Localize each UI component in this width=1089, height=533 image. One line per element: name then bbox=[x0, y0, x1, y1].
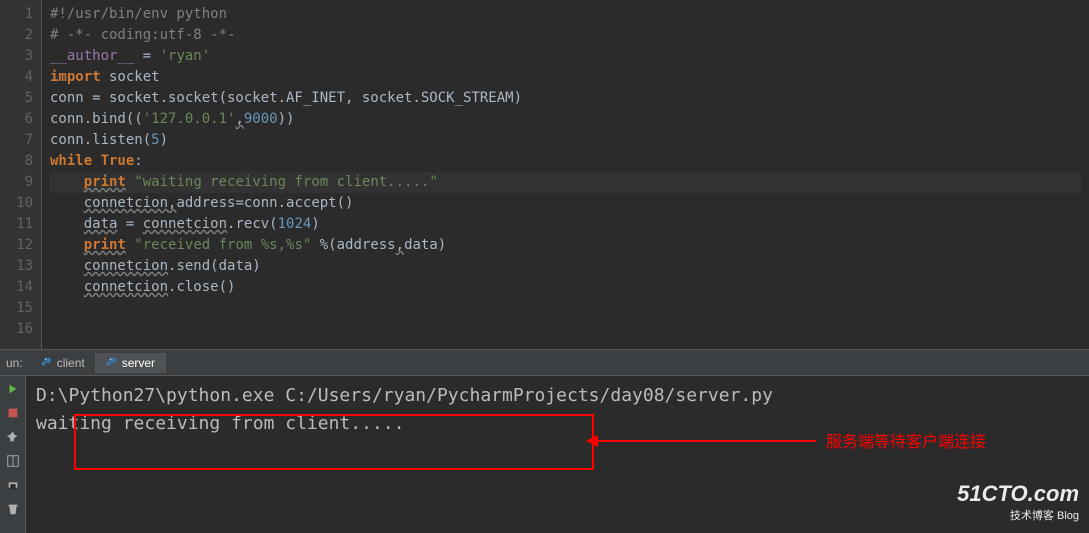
code-line[interactable]: conn.bind(('127.0.0.1',9000)) bbox=[50, 109, 1081, 130]
python-icon bbox=[106, 357, 118, 369]
watermark-sub: 技术博客 Blog bbox=[957, 507, 1079, 523]
code-line[interactable]: __author__ = 'ryan' bbox=[50, 46, 1081, 67]
console-body: D:\Python27\python.exe C:/Users/ryan/Pyc… bbox=[0, 376, 1089, 533]
code-line[interactable]: conn.listen(5) bbox=[50, 130, 1081, 151]
arrow-annotation bbox=[596, 440, 816, 442]
watermark-main: 51CTO.com bbox=[957, 481, 1079, 507]
run-tab-server[interactable]: server bbox=[96, 353, 166, 373]
code-line[interactable]: conn = socket.socket(socket.AF_INET, soc… bbox=[50, 88, 1081, 109]
code-line[interactable]: data = connetcion.recv(1024) bbox=[50, 214, 1081, 235]
run-tab-client[interactable]: client bbox=[31, 353, 96, 373]
pin-icon[interactable] bbox=[4, 428, 22, 446]
line-number: 4 bbox=[4, 67, 33, 88]
line-number: 9 bbox=[4, 172, 33, 193]
code-line[interactable] bbox=[50, 319, 1081, 340]
code-line[interactable]: while True: bbox=[50, 151, 1081, 172]
line-number: 16 bbox=[4, 319, 33, 340]
run-label: un: bbox=[6, 356, 23, 370]
line-number: 8 bbox=[4, 151, 33, 172]
line-number: 2 bbox=[4, 25, 33, 46]
line-number: 7 bbox=[4, 130, 33, 151]
console-output[interactable]: D:\Python27\python.exe C:/Users/ryan/Pyc… bbox=[26, 376, 1089, 533]
line-number: 13 bbox=[4, 256, 33, 277]
print-icon[interactable] bbox=[4, 476, 22, 494]
run-panel: un: client server D:\Python27\python.exe … bbox=[0, 350, 1089, 533]
console-toolbar bbox=[0, 376, 26, 533]
stop-icon[interactable] bbox=[4, 404, 22, 422]
tab-label: client bbox=[57, 356, 85, 370]
code-line[interactable]: connetcion.close() bbox=[50, 277, 1081, 298]
rerun-icon[interactable] bbox=[4, 380, 22, 398]
layout-icon[interactable] bbox=[4, 452, 22, 470]
line-number: 1 bbox=[4, 4, 33, 25]
line-number: 11 bbox=[4, 214, 33, 235]
console-command: D:\Python27\python.exe C:/Users/ryan/Pyc… bbox=[36, 382, 1079, 410]
python-icon bbox=[41, 357, 53, 369]
editor-area: 12345678910111213141516 #!/usr/bin/env p… bbox=[0, 0, 1089, 350]
code-line[interactable]: connetcion,address=conn.accept() bbox=[50, 193, 1081, 214]
line-number: 10 bbox=[4, 193, 33, 214]
run-tab-bar: un: client server bbox=[0, 350, 1089, 376]
code-line[interactable] bbox=[50, 298, 1081, 319]
line-number: 15 bbox=[4, 298, 33, 319]
code-line[interactable]: print "waiting receiving from client....… bbox=[50, 172, 1081, 193]
line-number: 12 bbox=[4, 235, 33, 256]
trash-icon[interactable] bbox=[4, 500, 22, 518]
watermark: 51CTO.com 技术博客 Blog bbox=[957, 481, 1079, 523]
line-gutter: 12345678910111213141516 bbox=[0, 0, 42, 349]
code-editor[interactable]: #!/usr/bin/env python# -*- coding:utf-8 … bbox=[42, 0, 1089, 349]
code-line[interactable]: import socket bbox=[50, 67, 1081, 88]
code-line[interactable]: #!/usr/bin/env python bbox=[50, 4, 1081, 25]
code-line[interactable]: print "received from %s,%s" %(address,da… bbox=[50, 235, 1081, 256]
tab-label: server bbox=[122, 356, 155, 370]
line-number: 14 bbox=[4, 277, 33, 298]
code-line[interactable]: # -*- coding:utf-8 -*- bbox=[50, 25, 1081, 46]
code-line[interactable]: connetcion.send(data) bbox=[50, 256, 1081, 277]
line-number: 5 bbox=[4, 88, 33, 109]
line-number: 6 bbox=[4, 109, 33, 130]
annotation-text: 服务端等待客户端连接 bbox=[826, 428, 986, 452]
line-number: 3 bbox=[4, 46, 33, 67]
